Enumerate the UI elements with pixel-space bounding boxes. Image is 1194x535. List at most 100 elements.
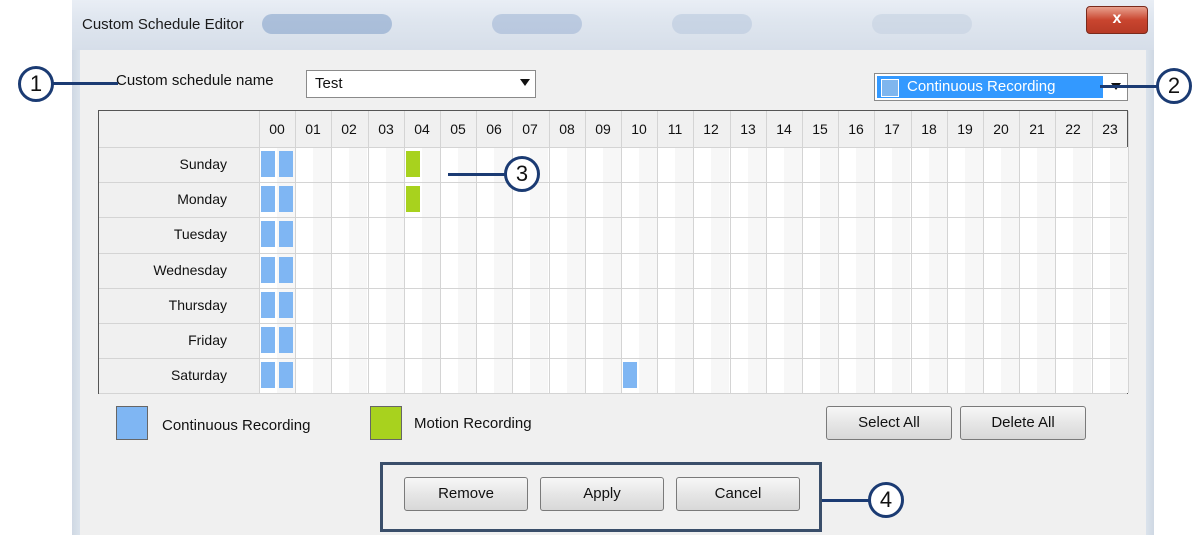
close-icon: x xyxy=(1112,10,1122,27)
day-label: Tuesday xyxy=(173,226,227,242)
half-hour-shade xyxy=(928,147,947,394)
hour-label: 19 xyxy=(957,121,973,137)
hour-label: 12 xyxy=(703,121,719,137)
day-label: Friday xyxy=(188,332,227,348)
callout-1-line xyxy=(52,82,118,85)
hour-label: 08 xyxy=(559,121,575,137)
hour-label: 15 xyxy=(812,121,828,137)
continuous-cell[interactable] xyxy=(279,257,293,283)
grid-column-line xyxy=(440,111,441,393)
grid-column-line xyxy=(621,111,622,393)
half-hour-shade xyxy=(1037,147,1056,394)
continuous-color-icon xyxy=(881,79,899,97)
half-hour-shade xyxy=(458,147,476,394)
continuous-cell[interactable] xyxy=(261,151,275,177)
remove-button[interactable]: Remove xyxy=(404,477,528,511)
schedule-name-label: Custom schedule name xyxy=(116,72,274,89)
half-hour-shade xyxy=(747,147,766,394)
motion-cell[interactable] xyxy=(406,151,420,177)
continuous-cell[interactable] xyxy=(279,151,293,177)
record-type-dropdown[interactable]: Continuous Recording xyxy=(874,73,1128,101)
continuous-cell[interactable] xyxy=(279,186,293,212)
hour-label: 22 xyxy=(1065,121,1081,137)
cancel-button[interactable]: Cancel xyxy=(676,477,800,511)
grid-column-line xyxy=(1019,111,1020,393)
half-hour-shade xyxy=(566,147,585,394)
callout-2: 2 xyxy=(1156,68,1192,104)
hour-label: 11 xyxy=(667,121,683,137)
grid-column-line xyxy=(295,111,296,393)
continuous-cell[interactable] xyxy=(279,362,293,388)
hour-label: 17 xyxy=(884,121,900,137)
continuous-legend-swatch xyxy=(116,406,148,440)
hour-label: 16 xyxy=(848,121,864,137)
grid-column-line xyxy=(657,111,658,393)
grid-row-line xyxy=(99,147,1127,148)
day-label: Thursday xyxy=(168,297,227,313)
continuous-cell[interactable] xyxy=(279,221,293,247)
grid-column-line xyxy=(911,111,912,393)
grid-row-line xyxy=(99,323,1127,324)
grid-row-line xyxy=(99,217,1127,218)
half-hour-shade xyxy=(421,147,440,394)
continuous-cell[interactable] xyxy=(261,292,275,318)
continuous-cell[interactable] xyxy=(279,327,293,353)
blurred-background xyxy=(672,14,752,34)
schedule-grid[interactable]: 00 01 02 03 04 05 06 07 08 09 10 11 12 13 14 15 16 17 18 19… xyxy=(98,110,1129,394)
grid-column-line xyxy=(476,111,477,393)
grid-column-line xyxy=(549,111,550,393)
continuous-cell[interactable] xyxy=(623,362,637,388)
callout-3: 3 xyxy=(504,156,540,192)
half-hour-shade xyxy=(1001,147,1019,394)
grid-column-line xyxy=(766,111,767,393)
hour-label: 18 xyxy=(921,121,937,137)
record-type-value: Continuous Recording xyxy=(907,78,1056,95)
hour-label: 07 xyxy=(522,121,538,137)
grid-row-line xyxy=(99,358,1127,359)
half-hour-shade xyxy=(1073,147,1092,394)
half-hour-shade xyxy=(892,147,911,394)
hour-label: 04 xyxy=(414,121,430,137)
hour-label: 02 xyxy=(341,121,357,137)
half-hour-shade xyxy=(675,147,694,394)
continuous-cell[interactable] xyxy=(261,257,275,283)
motion-cell[interactable] xyxy=(406,186,420,212)
hour-label: 01 xyxy=(305,121,321,137)
grid-row-line xyxy=(99,182,1127,183)
grid-column-line xyxy=(1128,111,1129,393)
title-bar[interactable]: Custom Schedule Editor x xyxy=(72,0,1154,50)
grid-column-line xyxy=(259,111,260,393)
continuous-cell[interactable] xyxy=(261,327,275,353)
record-type-selection: Continuous Recording xyxy=(877,76,1103,98)
grid-row-line xyxy=(99,393,1127,394)
blurred-background xyxy=(262,14,392,34)
callout-4-line xyxy=(822,499,874,502)
continuous-cell[interactable] xyxy=(279,292,293,318)
half-hour-shade xyxy=(783,147,802,394)
half-hour-shade xyxy=(385,147,404,394)
grid-column-line xyxy=(1055,111,1056,393)
grid-column-line xyxy=(1092,111,1093,393)
grid-column-line xyxy=(693,111,694,393)
half-hour-shade xyxy=(964,147,983,394)
half-hour-shade xyxy=(602,147,621,394)
continuous-cell[interactable] xyxy=(261,221,275,247)
continuous-cell[interactable] xyxy=(261,186,275,212)
half-hour-shade xyxy=(820,147,838,394)
schedule-name-dropdown[interactable]: Test xyxy=(306,70,536,98)
half-hour-shade xyxy=(639,147,657,394)
delete-all-button[interactable]: Delete All xyxy=(960,406,1086,440)
day-label: Monday xyxy=(177,191,227,207)
select-all-button[interactable]: Select All xyxy=(826,406,952,440)
grid-column-line xyxy=(404,111,405,393)
hour-label: 00 xyxy=(269,121,285,137)
hour-label: 20 xyxy=(993,121,1009,137)
continuous-cell[interactable] xyxy=(261,362,275,388)
hour-label: 10 xyxy=(631,121,647,137)
callout-2-line xyxy=(1100,85,1162,88)
apply-button[interactable]: Apply xyxy=(540,477,664,511)
day-label: Wednesday xyxy=(153,262,227,278)
close-button[interactable]: x xyxy=(1086,6,1148,34)
window-frame-left xyxy=(72,50,80,535)
callout-1: 1 xyxy=(18,66,54,102)
